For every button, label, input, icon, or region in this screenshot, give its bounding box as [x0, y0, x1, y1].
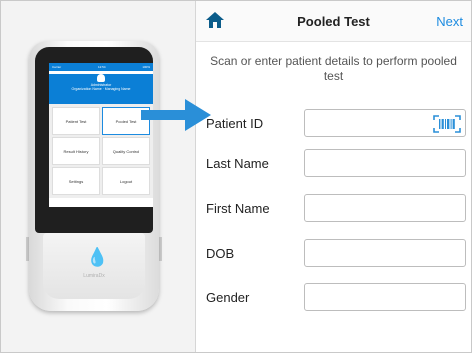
form-row-first-name: First Name — [196, 194, 471, 224]
dob-label: DOB — [206, 246, 235, 261]
patient-id-field[interactable] — [304, 109, 466, 137]
last-name-label: Last Name — [206, 156, 269, 171]
dob-field[interactable] — [304, 239, 466, 267]
app-screen: Pooled Test Next Scan or enter patient d… — [196, 1, 471, 352]
device-menu-quality-control: Quality Control — [102, 137, 150, 165]
form-row-gender: Gender — [196, 283, 471, 313]
first-name-label: First Name — [206, 201, 270, 216]
navigation-bar: Pooled Test Next — [196, 1, 471, 42]
device-status-time: 12:54 — [97, 65, 106, 69]
patient-id-label: Patient ID — [206, 116, 264, 131]
drop-logo-icon: 💧 — [86, 247, 109, 267]
barcode-scan-icon[interactable] — [433, 115, 461, 133]
device-illustration-panel: Carrier 12:54 100% Administrator Organiz… — [1, 1, 211, 352]
gender-field[interactable] — [304, 283, 466, 311]
form-row-dob: DOB — [196, 239, 471, 269]
page-title: Pooled Test — [297, 14, 370, 29]
device-user-header: Administrator Organization Name · Managi… — [49, 74, 153, 104]
user-avatar-icon — [97, 74, 105, 82]
device-status-bar: Carrier 12:54 100% — [49, 63, 153, 71]
device-status-battery: 100% — [142, 65, 150, 69]
device-brand: LumiraDx — [83, 273, 105, 279]
device-menu-settings: Settings — [52, 167, 100, 195]
device-status-left: Carrier — [52, 65, 62, 69]
device-menu-result-history: Result History — [52, 137, 100, 165]
form-row-last-name: Last Name — [196, 149, 471, 179]
device-menu-grid: Patient Test Pooled Test Result History … — [49, 104, 153, 198]
device-bezel: Carrier 12:54 100% Administrator Organiz… — [35, 47, 153, 233]
next-button[interactable]: Next — [436, 14, 463, 29]
device-menu-patient-test: Patient Test — [52, 107, 100, 135]
form-row-patient-id: Patient ID — [196, 109, 471, 139]
device-screen: Carrier 12:54 100% Administrator Organiz… — [49, 63, 153, 207]
figure-frame: Carrier 12:54 100% Administrator Organiz… — [0, 0, 472, 353]
gender-label: Gender — [206, 290, 250, 305]
last-name-field[interactable] — [304, 149, 466, 177]
first-name-field[interactable] — [304, 194, 466, 222]
device-image: Carrier 12:54 100% Administrator Organiz… — [26, 41, 162, 311]
instructions-text: Scan or enter patient details to perform… — [210, 54, 457, 83]
device-menu-logout: Logout — [102, 167, 150, 195]
device-lower-housing: 💧 LumiraDx — [43, 233, 145, 299]
device-user-org: Organization Name · Managing Name — [71, 87, 131, 91]
